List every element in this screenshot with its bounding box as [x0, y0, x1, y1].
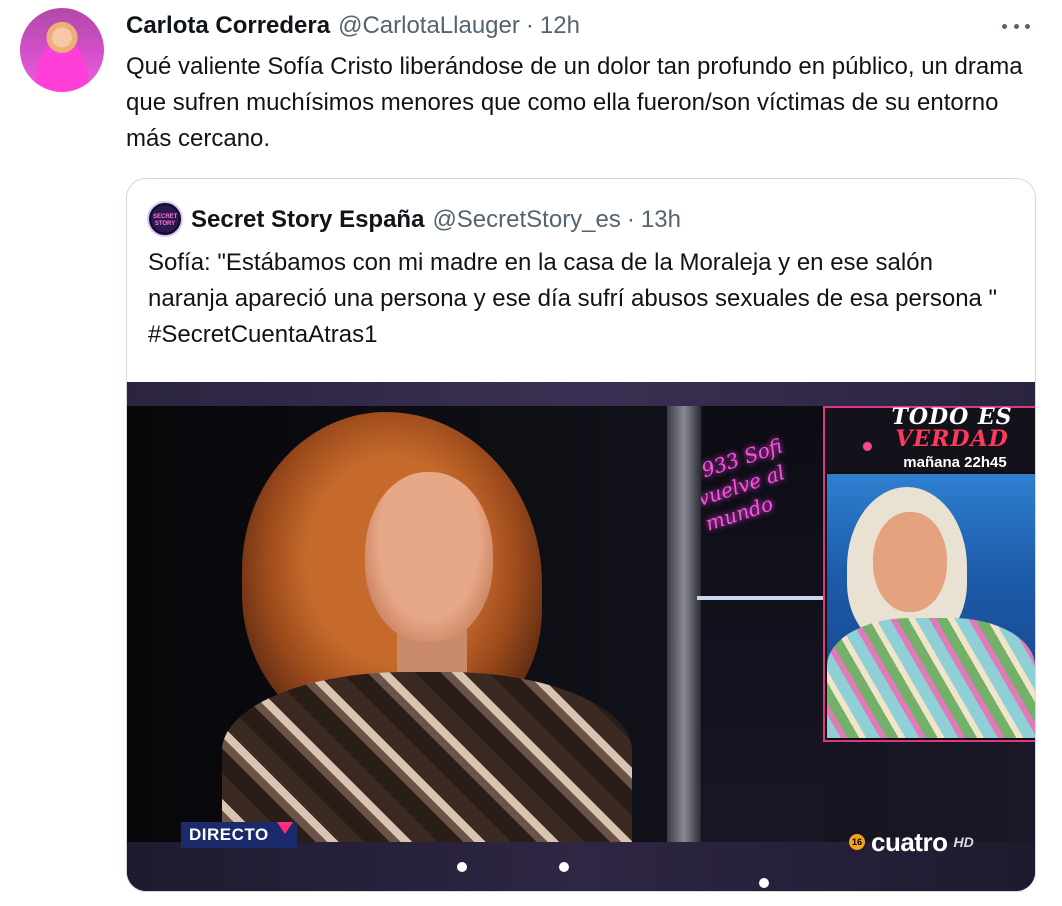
quoted-tweet-media[interactable]: 1933 Sofi vuelve al mundo TODO ES VERDAD… — [127, 382, 1035, 891]
pip-title-line2: VERDAD — [895, 426, 1009, 452]
quoted-tweet[interactable]: SECRET STORY Secret Story España @Secret… — [126, 178, 1036, 892]
quoted-tweet-text: Sofía: "Estábamos con mi madre en la cas… — [148, 249, 998, 348]
quoted-author-name: Secret Story España — [191, 206, 425, 233]
studio-light — [457, 862, 467, 872]
channel-hd-label: HD — [953, 834, 974, 850]
tweet-text: Qué valiente Sofía Cristo liberándose de… — [126, 53, 1023, 152]
more-horizontal-icon[interactable] — [996, 12, 1036, 40]
author-avatar[interactable] — [20, 8, 104, 92]
age-rating-badge: 16 — [849, 834, 865, 850]
studio-light — [559, 862, 569, 872]
more-dot — [1025, 23, 1030, 29]
pip-show-title: TODO ES VERDAD — [887, 406, 1017, 450]
pip-title-line1: TODO ES — [891, 404, 1013, 430]
quoted-author-avatar[interactable]: SECRET STORY — [147, 201, 183, 237]
person-face — [365, 472, 493, 642]
pip-schedule: mañana 22h45 — [903, 454, 1007, 471]
quoted-tweet-header: Secret Story España @SecretStory_es · 13… — [191, 202, 681, 238]
person-body — [222, 672, 632, 847]
channel-logo: 16 cuatro HD — [849, 826, 974, 857]
studio-light — [759, 878, 769, 888]
quoted-avatar-logo: SECRET STORY — [153, 214, 178, 227]
live-badge-triangle-icon — [277, 822, 293, 834]
quoted-header-separator: · — [626, 206, 635, 233]
tweet-time[interactable]: 12h — [540, 12, 580, 40]
author-name[interactable]: Carlota Corredera — [126, 12, 330, 40]
set-pillar — [667, 406, 701, 842]
header-separator: · — [525, 12, 534, 39]
set-shelf — [697, 596, 823, 600]
pip-person-body — [827, 618, 1035, 738]
set-top-strip — [127, 382, 1035, 406]
more-dot — [1002, 23, 1007, 29]
tweet: Carlota Corredera @CarlotaLlauger · 12h … — [0, 0, 1062, 906]
quoted-author-handle: @SecretStory_es — [432, 206, 621, 233]
author-handle[interactable]: @CarlotaLlauger — [338, 12, 520, 40]
channel-name: cuatro — [871, 826, 948, 857]
quoted-tweet-time: 13h — [640, 206, 681, 233]
more-dot — [1013, 23, 1019, 29]
pip-person-face — [873, 512, 947, 612]
tweet-header: Carlota Corredera @CarlotaLlauger · 12h — [126, 9, 580, 43]
